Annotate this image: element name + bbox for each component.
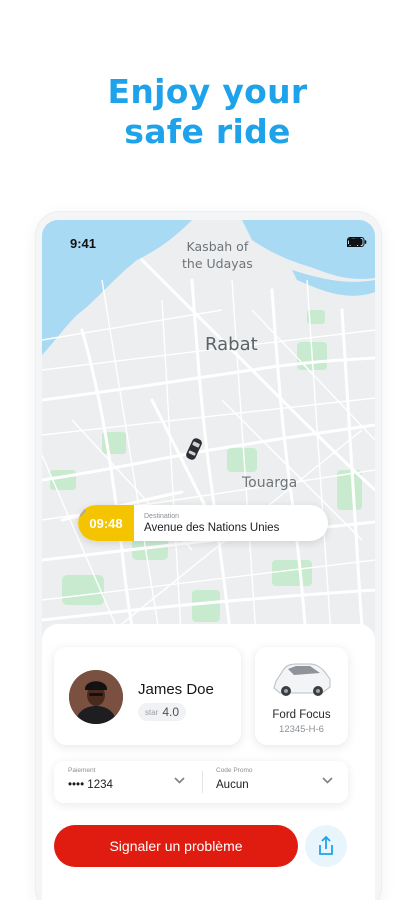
report-problem-button[interactable]: Signaler un problème — [54, 825, 298, 867]
headline-line-2: safe ride — [124, 112, 291, 151]
map-label-rabat: Rabat — [205, 334, 258, 355]
promo-code-selector[interactable]: Code Promo Aucun — [216, 767, 253, 791]
destination-address: Avenue des Nations Unies — [144, 521, 280, 534]
ride-details-sheet: James Doe star 4.0 Ford Focus 12345-H-6 — [42, 624, 375, 900]
destination-caption: Destination — [144, 512, 180, 520]
map-label-kasbah-line2: the Udayas — [182, 256, 253, 271]
row-divider — [202, 771, 203, 793]
car-image-icon — [270, 655, 334, 706]
driver-card[interactable]: James Doe star 4.0 — [54, 647, 241, 745]
rating-star-label: star — [145, 707, 159, 717]
map-label-kasbah: Kasbah of the Udayas — [182, 238, 253, 272]
map-view[interactable]: 9:41 Kasbah of the Udayas Rabat Touarga — [42, 220, 375, 650]
promo-headline: Enjoy your safe ride — [0, 72, 415, 152]
driver-name: James Doe — [138, 681, 214, 698]
destination-text: Destination Avenue des Nations Unies — [134, 513, 306, 534]
driver-avatar — [69, 670, 123, 724]
payment-promo-row: Paiement •••• 1234 Code Promo Aucun — [54, 761, 348, 803]
eta-badge: 09:48 — [78, 505, 134, 541]
payment-selector[interactable]: Paiement •••• 1234 — [68, 767, 113, 791]
destination-card[interactable]: 09:48 Destination Avenue des Nations Uni… — [78, 505, 328, 541]
map-label-touarga: Touarga — [242, 475, 298, 491]
vehicle-card[interactable]: Ford Focus 12345-H-6 — [255, 647, 348, 745]
rating-value: 4.0 — [162, 705, 180, 719]
promo-code-value: Aucun — [216, 779, 249, 791]
vehicle-model: Ford Focus — [272, 709, 331, 721]
map-graphic — [42, 220, 375, 650]
promo-code-caption: Code Promo — [216, 767, 253, 774]
vehicle-plate: 12345-H-6 — [279, 724, 324, 735]
driver-rating: star 4.0 — [138, 703, 187, 721]
map-label-kasbah-line1: Kasbah of — [186, 239, 249, 254]
payment-value: •••• 1234 — [68, 779, 113, 791]
chevron-down-icon[interactable] — [322, 773, 333, 787]
phone-mockup: 9:41 Kasbah of the Udayas Rabat Touarga — [36, 212, 381, 900]
chevron-down-icon[interactable] — [174, 773, 185, 787]
status-time: 9:41 — [70, 236, 97, 251]
share-icon[interactable] — [305, 825, 347, 867]
headline-line-1: Enjoy your — [107, 72, 308, 111]
payment-caption: Paiement — [68, 767, 96, 774]
